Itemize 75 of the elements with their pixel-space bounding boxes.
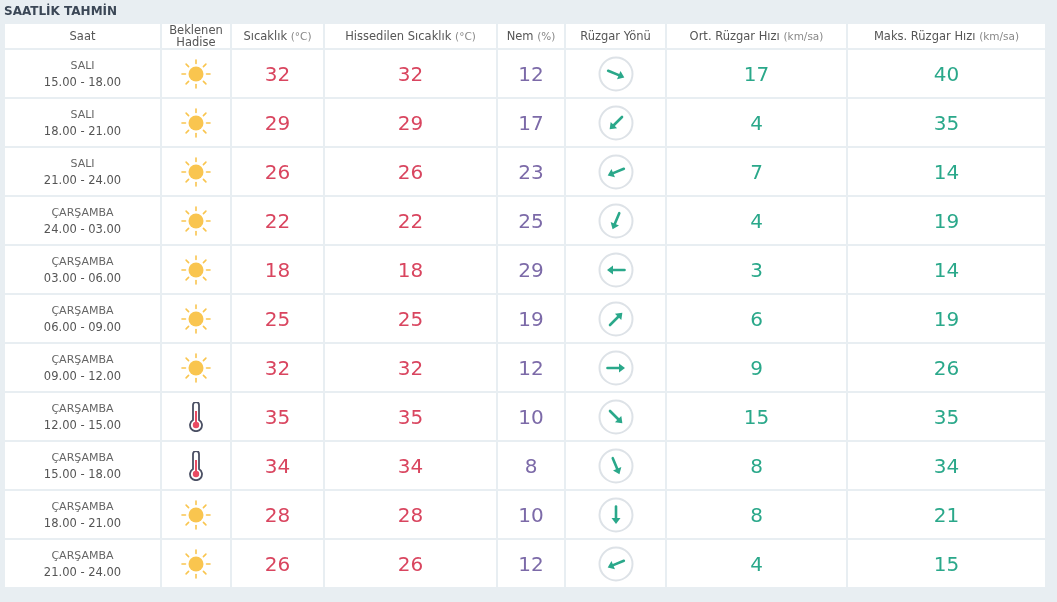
max-wind-speed-cell: 40 <box>848 50 1045 97</box>
temperature-cell: 22 <box>232 197 323 244</box>
humidity-cell: 12 <box>498 344 564 391</box>
column-header: Rüzgar Yönü <box>566 24 665 48</box>
average-wind-speed-cell: 3 <box>667 246 846 293</box>
humidity-cell: 29 <box>498 246 564 293</box>
max-wind-speed-cell: 19 <box>848 197 1045 244</box>
max-wind-speed-cell: 26 <box>848 344 1045 391</box>
max-wind-speed-cell: 21 <box>848 491 1045 538</box>
humidity-cell: 25 <box>498 197 564 244</box>
temperature-cell: 32 <box>232 344 323 391</box>
humidity-cell: 10 <box>498 393 564 440</box>
average-wind-speed-cell: 9 <box>667 344 846 391</box>
time-cell: SALI 15.00 - 18.00 <box>5 50 160 97</box>
time-cell: ÇARŞAMBA 15.00 - 18.00 <box>5 442 160 489</box>
time-cell: ÇARŞAMBA 09.00 - 12.00 <box>5 344 160 391</box>
temperature-cell: 35 <box>232 393 323 440</box>
average-wind-speed-cell: 8 <box>667 442 846 489</box>
humidity-cell: 17 <box>498 99 564 146</box>
time-cell: ÇARŞAMBA 03.00 - 06.00 <box>5 246 160 293</box>
max-wind-speed-cell: 19 <box>848 295 1045 342</box>
time-cell: SALI 21.00 - 24.00 <box>5 148 160 195</box>
feels-like-cell: 32 <box>325 50 496 97</box>
feels-like-cell: 28 <box>325 491 496 538</box>
temperature-cell: 26 <box>232 540 323 587</box>
average-wind-speed-cell: 4 <box>667 197 846 244</box>
temperature-cell: 25 <box>232 295 323 342</box>
time-cell: ÇARŞAMBA 12.00 - 15.00 <box>5 393 160 440</box>
humidity-cell: 23 <box>498 148 564 195</box>
average-wind-speed-cell: 17 <box>667 50 846 97</box>
humidity-cell: 8 <box>498 442 564 489</box>
time-cell: ÇARŞAMBA 18.00 - 21.00 <box>5 491 160 538</box>
max-wind-speed-cell: 14 <box>848 148 1045 195</box>
column-header: Beklenen Hadise <box>162 24 230 48</box>
humidity-cell: 12 <box>498 540 564 587</box>
max-wind-speed-cell: 14 <box>848 246 1045 293</box>
feels-like-cell: 18 <box>325 246 496 293</box>
temperature-cell: 32 <box>232 50 323 97</box>
feels-like-cell: 34 <box>325 442 496 489</box>
humidity-cell: 12 <box>498 50 564 97</box>
time-cell: SALI 18.00 - 21.00 <box>5 99 160 146</box>
time-cell: ÇARŞAMBA 21.00 - 24.00 <box>5 540 160 587</box>
average-wind-speed-cell: 4 <box>667 540 846 587</box>
average-wind-speed-cell: 8 <box>667 491 846 538</box>
column-header: Ort. Rüzgar Hızı (km/sa) <box>667 24 846 48</box>
column-header: Hissedilen Sıcaklık (°C) <box>325 24 496 48</box>
feels-like-cell: 32 <box>325 344 496 391</box>
feels-like-cell: 29 <box>325 99 496 146</box>
feels-like-cell: 26 <box>325 148 496 195</box>
temperature-cell: 18 <box>232 246 323 293</box>
time-cell: ÇARŞAMBA 06.00 - 09.00 <box>5 295 160 342</box>
feels-like-cell: 35 <box>325 393 496 440</box>
max-wind-speed-cell: 35 <box>848 393 1045 440</box>
average-wind-speed-cell: 7 <box>667 148 846 195</box>
average-wind-speed-cell: 6 <box>667 295 846 342</box>
time-cell: ÇARŞAMBA 24.00 - 03.00 <box>5 197 160 244</box>
max-wind-speed-cell: 34 <box>848 442 1045 489</box>
column-header: Sıcaklık (°C) <box>232 24 323 48</box>
temperature-cell: 29 <box>232 99 323 146</box>
humidity-cell: 10 <box>498 491 564 538</box>
humidity-cell: 19 <box>498 295 564 342</box>
average-wind-speed-cell: 15 <box>667 393 846 440</box>
temperature-cell: 26 <box>232 148 323 195</box>
column-header: Saat <box>5 24 160 48</box>
feels-like-cell: 25 <box>325 295 496 342</box>
max-wind-speed-cell: 15 <box>848 540 1045 587</box>
section-title: SAATLİK TAHMİN <box>3 4 119 20</box>
feels-like-cell: 22 <box>325 197 496 244</box>
temperature-cell: 28 <box>232 491 323 538</box>
feels-like-cell: 26 <box>325 540 496 587</box>
temperature-cell: 34 <box>232 442 323 489</box>
max-wind-speed-cell: 35 <box>848 99 1045 146</box>
column-header: Nem (%) <box>498 24 564 48</box>
column-header: Maks. Rüzgar Hızı (km/sa) <box>848 24 1045 48</box>
average-wind-speed-cell: 4 <box>667 99 846 146</box>
